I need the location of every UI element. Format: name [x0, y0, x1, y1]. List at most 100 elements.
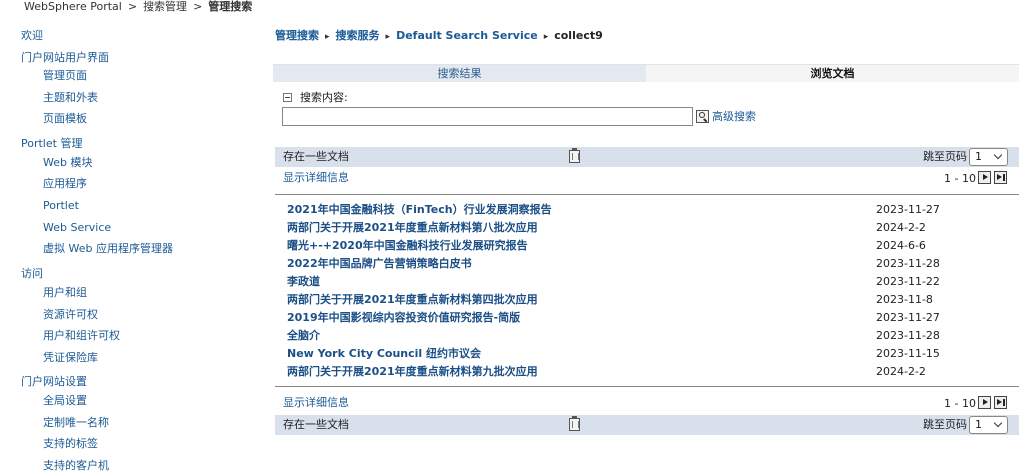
chevron-down-icon: [993, 418, 1003, 428]
result-date: 2023-11-15: [876, 347, 940, 360]
result-row: 两部门关于开展2021年度重点新材料第八批次应用 2024-2-2: [275, 219, 1019, 237]
result-title[interactable]: 2019年中国影视综内容投资价值研究报告-简版: [287, 311, 520, 325]
sidebar-item-applications[interactable]: 应用程序: [43, 177, 87, 191]
result-title[interactable]: 曙光+-+2020年中国金融科技行业发展研究报告: [287, 239, 528, 253]
collapse-icon[interactable]: [283, 93, 292, 102]
document-toolbar-bottom: 存在一些文档 跳至页码 1: [275, 415, 1019, 435]
last-page-icon[interactable]: [994, 396, 1007, 409]
crumb-arrow-icon: ▸: [385, 32, 391, 42]
result-title[interactable]: 两部门关于开展2021年度重点新材料第八批次应用: [287, 221, 538, 235]
tab-bar: 搜索结果 浏览文档: [273, 64, 1019, 82]
tab-browse-documents[interactable]: 浏览文档: [646, 65, 1019, 82]
sidebar-item-resource-perms[interactable]: 资源许可权: [43, 308, 98, 322]
crumb-search-services[interactable]: 搜索服务: [336, 29, 380, 42]
breadcrumb-item-websphere-portal[interactable]: WebSphere Portal: [24, 0, 122, 13]
trash-icon[interactable]: [569, 148, 580, 163]
breadcrumb-item-manage-search: 管理搜索: [208, 0, 253, 13]
sidebar-item-users-groups[interactable]: 用户和组: [43, 286, 87, 300]
crumb-arrow-icon: ▸: [325, 32, 330, 42]
sidebar-item-global-settings[interactable]: 全局设置: [43, 394, 87, 408]
result-title[interactable]: 全脑介: [287, 329, 320, 343]
show-details-link[interactable]: 显示详细信息: [283, 171, 349, 185]
result-row: New York City Council 纽约市议会 2023-11-15: [275, 345, 1019, 363]
sidebar-item-page-templates[interactable]: 页面模板: [43, 112, 87, 126]
sidebar-item-web-service[interactable]: Web Service: [43, 221, 111, 235]
result-title[interactable]: 两部门关于开展2021年度重点新材料第九批次应用: [287, 365, 538, 379]
main-content: 管理搜索 ▸ 搜索服务 ▸ Default Search Service ▸ collect…: [273, 0, 1020, 471]
sidebar-section-portlet-mgmt[interactable]: Portlet 管理: [21, 137, 82, 151]
divider: [275, 194, 1019, 195]
search-section-header: 搜索内容:: [283, 91, 348, 104]
result-row: 2019年中国影视综内容投资价值研究报告-简版 2023-11-27: [275, 309, 1019, 327]
result-row: 两部门关于开展2021年度重点新材料第四批次应用 2023-11-8: [275, 291, 1019, 309]
tab-search-results[interactable]: 搜索结果: [273, 65, 646, 82]
detail-row-top: 显示详细信息 1 - 10: [275, 170, 1019, 186]
show-details-link[interactable]: 显示详细信息: [283, 396, 349, 410]
crumb-default-search-service[interactable]: Default Search Service: [396, 29, 538, 42]
result-row: 2021年中国金融科技（FinTech）行业发展洞察报告 2023-11-27: [275, 201, 1019, 219]
result-date: 2024-2-2: [876, 365, 926, 378]
crumb-arrow-icon: ▸: [543, 32, 549, 42]
document-toolbar-top: 存在一些文档 跳至页码 1: [275, 147, 1019, 167]
result-date: 2023-11-27: [876, 203, 940, 216]
sidebar-item-user-group-perms[interactable]: 用户和组许可权: [43, 329, 120, 343]
result-date: 2023-11-27: [876, 311, 940, 324]
sidebar-section-welcome[interactable]: 欢迎: [21, 29, 43, 43]
result-title[interactable]: 李政道: [287, 275, 320, 289]
result-date: 2023-11-28: [876, 257, 940, 270]
page-select-value: 1: [975, 418, 982, 431]
sidebar-item-virtual-web-app-manager[interactable]: 虚拟 Web 应用程序管理器: [43, 242, 173, 256]
result-title[interactable]: 2021年中国金融科技（FinTech）行业发展洞察报告: [287, 203, 552, 217]
next-page-icon[interactable]: [978, 396, 991, 409]
breadcrumb-item-search-admin[interactable]: 搜索管理: [143, 0, 187, 13]
page-select[interactable]: 1: [969, 148, 1008, 166]
result-row: 两部门关于开展2021年度重点新材料第九批次应用 2024-2-2: [275, 363, 1019, 381]
store-documents-link[interactable]: 存在一些文档: [283, 150, 349, 164]
sidebar-item-supported-markups[interactable]: 支持的标签: [43, 437, 98, 451]
trash-icon[interactable]: [569, 416, 580, 431]
advanced-search-link[interactable]: 高级搜索: [712, 110, 756, 123]
last-page-icon[interactable]: [994, 171, 1007, 184]
result-date: 2023-11-8: [876, 293, 933, 306]
result-date: 2024-2-2: [876, 221, 926, 234]
sidebar-item-portlets[interactable]: Portlet: [43, 199, 79, 213]
result-date: 2023-11-28: [876, 329, 940, 342]
result-range: 1 - 10: [944, 397, 976, 410]
chevron-down-icon: [993, 150, 1003, 160]
detail-row-bottom: 显示详细信息 1 - 10: [275, 395, 1019, 411]
crumb-manage-search[interactable]: 管理搜索: [275, 29, 319, 42]
sidebar-item-supported-clients[interactable]: 支持的客户机: [43, 459, 109, 471]
sidebar-item-web-modules[interactable]: Web 模块: [43, 156, 92, 170]
result-title[interactable]: 2022年中国品牌广告营销策略白皮书: [287, 257, 472, 271]
store-documents-link[interactable]: 存在一些文档: [283, 418, 349, 432]
sidebar-item-credential-vault[interactable]: 凭证保险库: [43, 351, 98, 365]
sidebar-section-portal-settings[interactable]: 门户网站设置: [21, 375, 87, 389]
jump-to-page-label: 跳至页码: [923, 418, 967, 431]
sidebar-item-themes-skins[interactable]: 主题和外表: [43, 91, 98, 105]
sidebar-section-access[interactable]: 访问: [21, 267, 43, 281]
search-heading: 搜索内容:: [300, 91, 348, 104]
page-select-value: 1: [975, 150, 982, 163]
result-date: 2024-6-6: [876, 239, 926, 252]
result-date: 2023-11-22: [876, 275, 940, 288]
sidebar-item-manage-pages[interactable]: 管理页面: [43, 69, 87, 83]
result-range: 1 - 10: [944, 172, 976, 185]
crumb-collection: collect9: [554, 29, 603, 42]
result-row: 李政道 2023-11-22: [275, 273, 1019, 291]
next-page-icon[interactable]: [978, 171, 991, 184]
result-row: 2022年中国品牌广告营销策略白皮书 2023-11-28: [275, 255, 1019, 273]
sidebar-section-portal-ui[interactable]: 门户网站用户界面: [21, 51, 109, 65]
search-icon[interactable]: [696, 110, 709, 123]
result-title[interactable]: 两部门关于开展2021年度重点新材料第四批次应用: [287, 293, 538, 307]
search-input[interactable]: [282, 107, 693, 126]
jump-to-page-label: 跳至页码: [923, 150, 967, 163]
divider: [275, 386, 1019, 387]
top-breadcrumb: WebSphere Portal > 搜索管理 > 管理搜索: [24, 0, 252, 16]
breadcrumb-separator: >: [193, 0, 203, 13]
breadcrumb-separator: >: [127, 0, 138, 13]
content-breadcrumb: 管理搜索 ▸ 搜索服务 ▸ Default Search Service ▸ collect…: [275, 29, 603, 44]
sidebar-item-custom-unique-names[interactable]: 定制唯一名称: [43, 416, 109, 430]
result-title[interactable]: New York City Council 纽约市议会: [287, 347, 481, 361]
page-select[interactable]: 1: [969, 416, 1008, 434]
result-row: 曙光+-+2020年中国金融科技行业发展研究报告 2024-6-6: [275, 237, 1019, 255]
